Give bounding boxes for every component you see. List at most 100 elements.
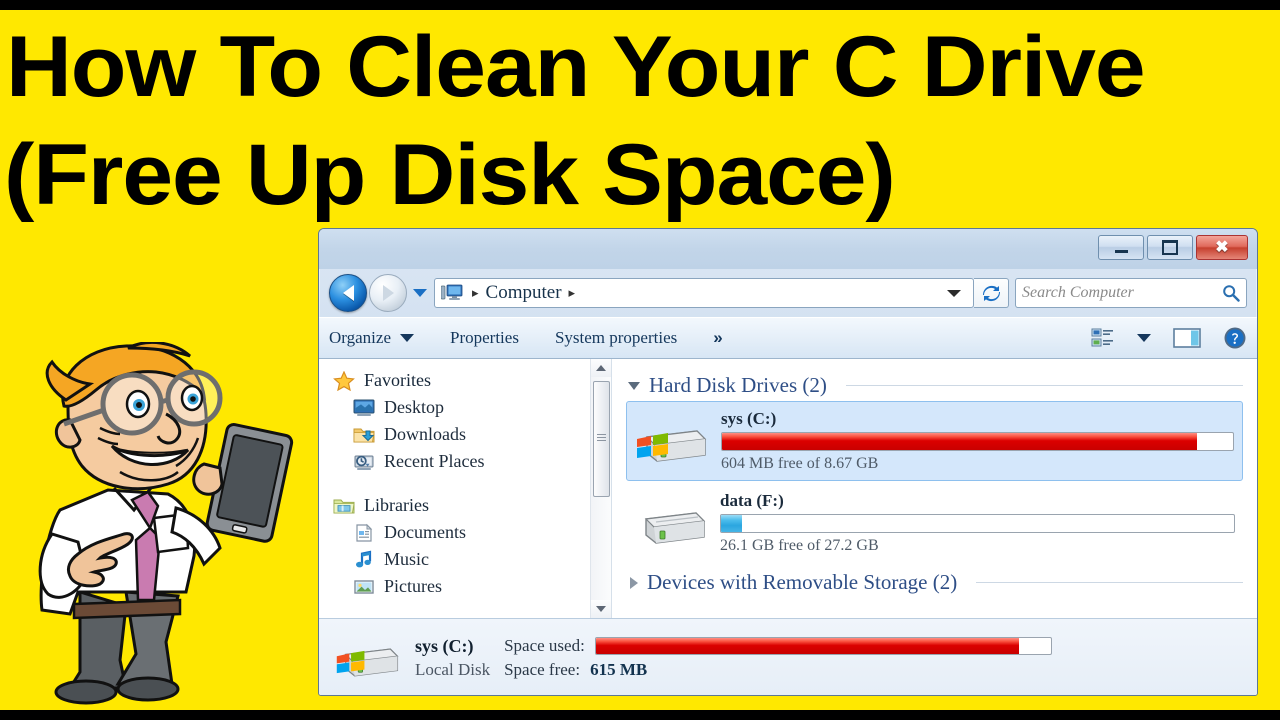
sidebar-item-label-recent-places: Recent Places <box>384 451 485 471</box>
scroll-up-button[interactable] <box>591 359 611 377</box>
maximize-icon <box>1162 240 1178 255</box>
section-title-hard-disk-drives: Hard Disk Drives (2) <box>649 373 827 397</box>
section-rule-removable <box>976 582 1243 583</box>
window-body: Favorites Desktop Downloads Recent Place… <box>319 359 1257 618</box>
properties-label: Properties <box>450 328 519 347</box>
close-button[interactable]: ✖ <box>1196 235 1248 260</box>
status-space-free-label: Space free: <box>504 660 581 679</box>
cartoon-mascot <box>38 342 294 705</box>
scroll-down-arrow-icon <box>596 606 606 612</box>
star-icon <box>333 370 355 391</box>
close-icon: ✖ <box>1215 238 1229 256</box>
drive-item-data-f[interactable]: data (F:) 26.1 GB free of 27.2 GB <box>626 484 1243 562</box>
scrollbar-thumb[interactable] <box>593 381 610 497</box>
minimize-icon <box>1114 250 1128 253</box>
sidebar-item-desktop[interactable]: Desktop <box>319 394 591 421</box>
sidebar-item-downloads[interactable]: Downloads <box>319 421 591 448</box>
sidebar-group-label-favorites: Favorites <box>364 370 431 390</box>
status-space-used-bar <box>594 637 1052 655</box>
content-pane: Hard Disk Drives (2) sys (C:) 604 MB fre… <box>612 359 1257 618</box>
drive-usage-fill-data-f <box>721 515 742 532</box>
recent-pages-dropdown-icon[interactable] <box>413 289 427 297</box>
change-view-icon[interactable] <box>1091 327 1115 349</box>
navigation-tree: Favorites Desktop Downloads Recent Place… <box>319 359 591 626</box>
section-title-removable-storage: Devices with Removable Storage (2) <box>647 570 958 594</box>
status-space-free-value: 615 MB <box>590 660 648 679</box>
back-arrow-icon <box>342 285 354 301</box>
sidebar-group-favorites[interactable]: Favorites <box>319 367 591 394</box>
drive-info-sys-c: sys (C:) 604 MB free of 8.67 GB <box>721 409 1234 473</box>
status-drive-name: sys (C:) <box>415 636 474 656</box>
drive-item-sys-c[interactable]: sys (C:) 604 MB free of 8.67 GB <box>626 401 1243 481</box>
refresh-icon <box>982 285 1000 301</box>
navigation-scrollbar[interactable] <box>590 359 611 618</box>
sidebar-item-label-pictures: Pictures <box>384 576 442 596</box>
drive-name-sys-c: sys (C:) <box>721 409 777 428</box>
minimize-button[interactable] <box>1098 235 1144 260</box>
status-space-used-label: Space used: <box>504 636 585 655</box>
sidebar-group-label-libraries: Libraries <box>364 495 429 515</box>
sidebar-item-recent-places[interactable]: Recent Places <box>319 448 591 475</box>
windows-system-drive-icon <box>637 430 707 462</box>
search-box[interactable]: Search Computer <box>1015 278 1247 308</box>
section-header-hard-disk-drives[interactable]: Hard Disk Drives (2) <box>626 373 1243 398</box>
system-properties-label: System properties <box>554 328 678 347</box>
toolbar-right-group <box>1091 326 1247 350</box>
navigation-pane: Favorites Desktop Downloads Recent Place… <box>319 359 612 618</box>
status-fields: Space used: Space free: 615 MB <box>504 636 1241 680</box>
desktop-icon <box>353 399 375 416</box>
drive-usage-bar-sys-c <box>721 432 1234 451</box>
sidebar-item-label-downloads: Downloads <box>384 424 466 444</box>
system-properties-button[interactable]: System properties <box>555 328 677 348</box>
sidebar-item-pictures[interactable]: Pictures <box>319 573 591 600</box>
recent-places-icon <box>354 455 374 470</box>
address-bar[interactable]: ▸ Computer ▸ <box>434 278 974 308</box>
section-rule <box>845 385 1243 386</box>
scroll-down-button[interactable] <box>591 600 611 618</box>
preview-pane-icon[interactable] <box>1173 327 1201 349</box>
search-input[interactable]: Search Computer <box>1022 284 1222 302</box>
sidebar-item-label-documents: Documents <box>384 522 466 542</box>
windows-explorer-window: ✖ ▸ Computer ▸ Search Computer Organize … <box>318 228 1258 696</box>
search-icon[interactable] <box>1222 284 1240 302</box>
sidebar-item-music[interactable]: Music <box>319 546 591 573</box>
video-thumbnail: How To Clean Your C Drive (Free Up Disk … <box>0 0 1280 720</box>
pictures-icon <box>354 579 374 594</box>
toolbar-overflow-button[interactable]: » <box>713 328 722 348</box>
letterbox-bottom <box>0 710 1280 720</box>
computer-icon <box>441 284 463 300</box>
back-button[interactable] <box>329 274 367 312</box>
maximize-button[interactable] <box>1147 235 1193 260</box>
status-drive-icon <box>336 648 399 677</box>
help-icon[interactable] <box>1223 326 1247 350</box>
address-row: ▸ Computer ▸ Search Computer <box>319 269 1257 317</box>
forward-button[interactable] <box>369 274 407 312</box>
drive-free-text-data-f: 26.1 GB free of 27.2 GB <box>720 537 879 554</box>
organize-label: Organize <box>329 328 391 347</box>
breadcrumb-separator-trailing[interactable]: ▸ <box>569 285 576 301</box>
status-drive-type: Local Disk <box>415 660 491 679</box>
window-title-bar: ✖ <box>319 229 1257 269</box>
forward-arrow-icon <box>382 285 394 301</box>
status-space-free-line: Space free: 615 MB <box>504 660 1241 680</box>
refresh-button[interactable] <box>974 278 1009 308</box>
scroll-up-arrow-icon <box>596 365 606 371</box>
view-dropdown-icon[interactable] <box>1137 334 1151 342</box>
expand-triangle-closed-icon[interactable] <box>630 576 638 589</box>
status-space-used-fill <box>595 638 1019 654</box>
status-space-used-line: Space used: <box>504 636 1241 656</box>
address-dropdown-icon[interactable] <box>947 289 961 297</box>
sidebar-item-documents[interactable]: Documents <box>319 519 591 546</box>
sidebar-group-libraries[interactable]: Libraries <box>319 492 591 519</box>
organize-button[interactable]: Organize <box>329 328 414 348</box>
properties-button[interactable]: Properties <box>450 328 519 348</box>
breadcrumb-computer[interactable]: Computer <box>486 282 562 304</box>
scrollbar-grip-icon <box>597 434 606 443</box>
drive-info-data-f: data (F:) 26.1 GB free of 27.2 GB <box>720 491 1235 555</box>
section-header-removable-storage[interactable]: Devices with Removable Storage (2) <box>626 570 1243 595</box>
breadcrumb-separator-root: ▸ <box>472 285 479 300</box>
drive-name-data-f: data (F:) <box>720 491 784 510</box>
drive-usage-fill-sys-c <box>722 433 1198 450</box>
expand-triangle-open-icon[interactable] <box>628 381 640 390</box>
